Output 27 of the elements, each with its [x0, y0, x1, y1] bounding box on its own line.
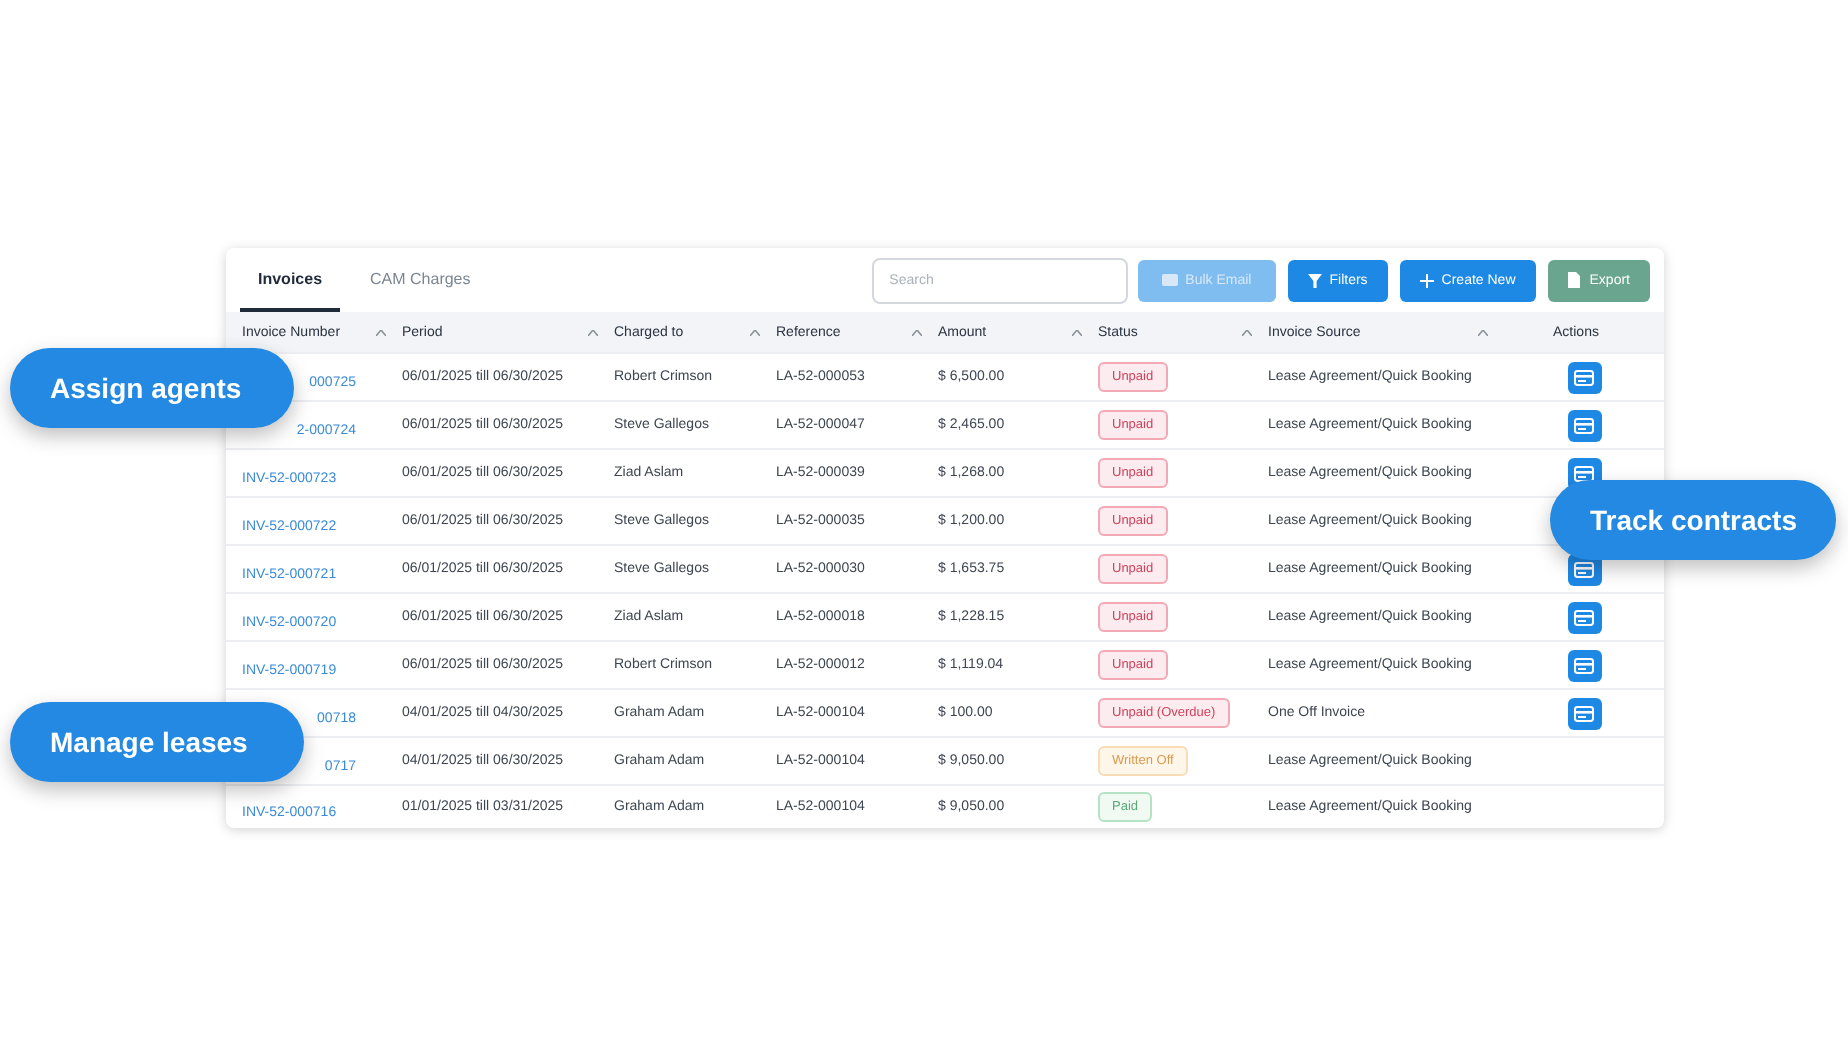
tab[interactable]: CAM Charges [352, 248, 489, 312]
card-icon [1574, 369, 1594, 385]
card-icon [1574, 609, 1594, 625]
sort-caret-icon[interactable] [912, 329, 922, 335]
envelope-icon [1161, 274, 1178, 286]
sort-caret-icon[interactable] [1478, 329, 1488, 335]
payment-button[interactable] [1567, 409, 1601, 441]
callout-label: Assign agents [10, 348, 294, 428]
payment-button[interactable] [1567, 601, 1601, 633]
sort-caret-icon[interactable] [750, 329, 760, 335]
card-icon [1574, 561, 1594, 577]
card-icon [1574, 705, 1594, 721]
sort-caret-icon[interactable] [1072, 329, 1082, 335]
payment-button[interactable] [1567, 649, 1601, 681]
plus-icon [1419, 273, 1434, 287]
callout-label: Track contracts [1550, 480, 1836, 560]
callout-label: Manage leases [10, 702, 304, 782]
filter-icon [1307, 273, 1322, 287]
card-icon [1574, 465, 1594, 481]
sort-caret-icon[interactable] [1242, 329, 1252, 335]
export-icon [1567, 272, 1582, 288]
card-icon [1574, 657, 1594, 673]
payment-button[interactable] [1567, 361, 1601, 393]
sort-caret-icon[interactable] [588, 329, 598, 335]
sort-caret-icon[interactable] [376, 329, 386, 335]
card-icon [1574, 417, 1594, 433]
payment-button[interactable] [1567, 697, 1601, 729]
